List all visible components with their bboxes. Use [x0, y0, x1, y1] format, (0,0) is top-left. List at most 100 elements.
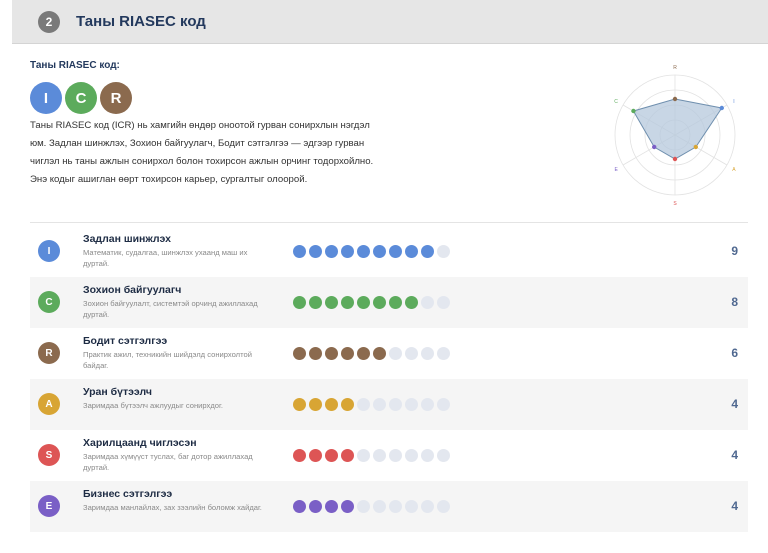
score-description: Практик ажил, техникийн шийдэлд сонирхол…: [83, 350, 252, 370]
score-code-badge: E: [38, 495, 60, 517]
score-value: 4: [731, 448, 738, 462]
score-dot-filled: [325, 296, 338, 309]
code-letter-i: I: [30, 82, 62, 114]
score-dot-empty: [421, 449, 434, 462]
radar-score-area: [632, 98, 723, 160]
score-dot-empty: [389, 500, 402, 513]
score-dot-empty: [357, 398, 370, 411]
score-dot-filled: [341, 398, 354, 411]
score-name: Бодит сэтгэлгээ: [83, 335, 168, 347]
section-header: 2 Таны RIASEC код: [12, 0, 768, 44]
score-name: Задлан шинжлэх: [83, 233, 172, 245]
score-dot-filled: [325, 449, 338, 462]
radar-point-s: [672, 156, 678, 162]
score-dot-filled: [293, 347, 306, 360]
score-dot-empty: [437, 245, 450, 258]
score-code-badge: R: [38, 342, 60, 364]
radar-point-c: [631, 108, 636, 114]
score-dot-empty: [437, 500, 450, 513]
divider: [30, 222, 748, 223]
score-code-badge: S: [38, 444, 60, 466]
score-dot-filled: [357, 245, 370, 258]
score-dot-filled: [325, 245, 338, 258]
score-value: 9: [731, 244, 738, 258]
radar-axis-label-e: E: [614, 167, 618, 173]
score-description: Математик, судалгаа, шинжлэх ухаанд маш …: [83, 248, 248, 268]
score-name: Харилцаанд чиглэсэн: [83, 437, 197, 449]
score-name: Бизнес сэтгэлгээ: [83, 488, 173, 500]
radar-axis-label-r: R: [673, 65, 677, 71]
score-dot-filled: [325, 500, 338, 513]
score-dot-filled: [309, 449, 322, 462]
riasec-code-title: Таны RIASEC код:: [30, 60, 120, 71]
radar-point-a: [693, 144, 698, 150]
score-dot-filled: [389, 245, 402, 258]
score-dot-filled: [309, 245, 322, 258]
score-code-badge: I: [38, 240, 60, 262]
score-dot-empty: [437, 347, 450, 360]
score-dot-empty: [405, 449, 418, 462]
score-dot-empty: [405, 347, 418, 360]
score-dot-empty: [373, 500, 386, 513]
radar-axis-label-s: S: [673, 201, 677, 207]
score-dot-filled: [421, 245, 434, 258]
score-dots: [293, 347, 450, 360]
score-dot-filled: [293, 398, 306, 411]
radar-axis-label-a: A: [732, 167, 736, 173]
score-name: Зохион байгуулагч: [83, 284, 182, 296]
score-dot-empty: [389, 347, 402, 360]
score-code-badge: C: [38, 291, 60, 313]
score-row-a: A Уран бүтээлч Заримдаа бүтээлч ажлуудыг с…: [30, 379, 748, 430]
score-dot-empty: [421, 500, 434, 513]
score-row-e: E Бизнес сэтгэлгээ Заримдаа манлайлах, зах…: [30, 481, 748, 532]
score-description: Зохион байгуулалт, системтэй орчинд ажил…: [83, 299, 258, 319]
radar-point-e: [652, 144, 657, 150]
score-dot-empty: [405, 398, 418, 411]
score-dots: [293, 449, 450, 462]
score-description: Заримдаа манлайлах, зах зээлийн боломж х…: [83, 503, 262, 512]
riasec-code-description: Таны RIASEC код (ICR) нь хамгийн өндөр о…: [30, 120, 374, 185]
score-dot-filled: [341, 245, 354, 258]
score-value: 8: [731, 295, 738, 309]
score-dot-filled: [373, 347, 386, 360]
score-value: 6: [731, 346, 738, 360]
score-dot-empty: [421, 347, 434, 360]
score-dot-filled: [405, 296, 418, 309]
score-dot-empty: [373, 449, 386, 462]
score-dot-filled: [341, 347, 354, 360]
score-description: Заримдаа бүтээлч ажлуудыг сонирхдог.: [83, 401, 223, 410]
score-dots: [293, 500, 450, 513]
score-row-c: C Зохион байгуулагч Зохион байгуулалт, сис…: [30, 277, 748, 328]
score-code-badge: A: [38, 393, 60, 415]
score-dot-filled: [309, 398, 322, 411]
score-dot-empty: [389, 398, 402, 411]
score-dot-empty: [437, 449, 450, 462]
score-dot-filled: [293, 296, 306, 309]
score-dot-filled: [389, 296, 402, 309]
score-dots: [293, 296, 450, 309]
code-letter-r: R: [100, 82, 132, 114]
score-dot-filled: [373, 296, 386, 309]
score-name: Уран бүтээлч: [83, 386, 152, 398]
score-dot-empty: [437, 296, 450, 309]
score-value: 4: [731, 397, 738, 411]
score-dot-empty: [421, 398, 434, 411]
score-dot-filled: [341, 449, 354, 462]
code-letter-c: C: [65, 82, 97, 114]
radar-point-i: [719, 105, 724, 111]
section-title: Таны RIASEC код: [76, 13, 206, 30]
score-dot-empty: [405, 500, 418, 513]
score-dot-empty: [389, 449, 402, 462]
score-dot-empty: [357, 500, 370, 513]
score-dots: [293, 245, 450, 258]
score-dot-empty: [373, 398, 386, 411]
score-dot-filled: [293, 449, 306, 462]
radar-axis-label-i: I: [733, 99, 734, 105]
score-row-s: S Харилцаанд чиглэсэн Заримдаа хүмүүст тус…: [30, 430, 748, 481]
score-dot-filled: [405, 245, 418, 258]
score-dots: [293, 398, 450, 411]
radar-axis-label-c: C: [614, 99, 618, 105]
score-dot-filled: [357, 347, 370, 360]
score-dot-filled: [309, 296, 322, 309]
score-row-r: R Бодит сэтгэлгээ Практик ажил, техникийн …: [30, 328, 748, 379]
